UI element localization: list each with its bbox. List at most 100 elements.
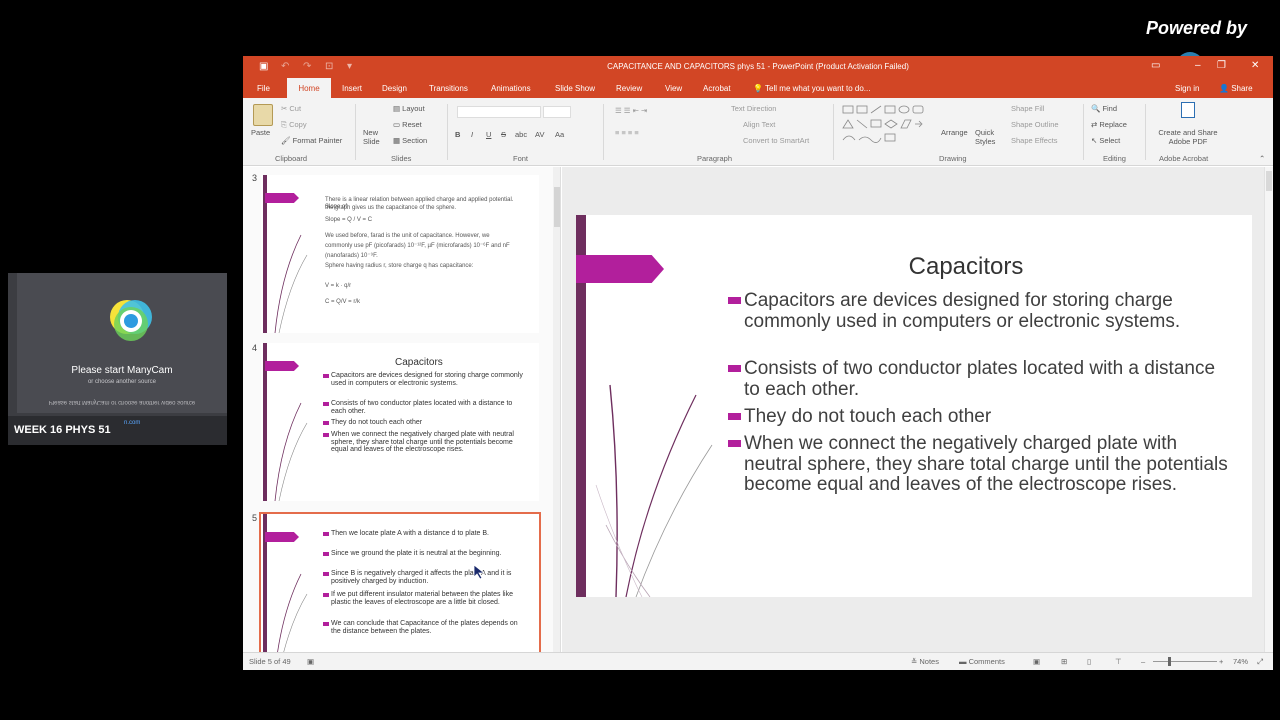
slideshow-icon[interactable]: ⊤: [1115, 657, 1122, 666]
drawing-group-label: Drawing: [939, 154, 967, 163]
tell-me-search[interactable]: 💡 Tell me what you want to do...: [753, 84, 870, 93]
normal-view-icon[interactable]: ▣: [1033, 657, 1040, 666]
paste-button[interactable]: Paste: [251, 128, 270, 137]
section-button[interactable]: ▦ Section: [393, 136, 427, 145]
slide-scrollbar[interactable]: [1264, 167, 1273, 652]
underline-button[interactable]: U: [486, 130, 491, 139]
slides-group-label: Slides: [391, 154, 412, 163]
thumbnail-bullet: [323, 421, 329, 425]
cut-button[interactable]: ✂ Cut: [281, 104, 301, 113]
format-painter-button[interactable]: 🖌 Format Painter: [281, 136, 342, 145]
arrange-button[interactable]: Arrange: [941, 128, 968, 137]
copy-label: Copy: [289, 120, 307, 129]
paste-icon[interactable]: [253, 104, 273, 126]
bullets-icon[interactable]: ☰ ☰ ⇤ ⇥: [615, 106, 647, 115]
share-button[interactable]: 👤 Share: [1219, 84, 1253, 93]
thumbnail-bullet: [323, 593, 329, 597]
minimize-icon[interactable]: –: [1195, 60, 1201, 71]
shape-outline-button[interactable]: Shape Outline: [1011, 120, 1059, 129]
manycam-logo-icon: [110, 300, 152, 341]
slide-sorter-icon[interactable]: ⊞: [1061, 657, 1067, 666]
title-bar: ▣ ↶ ↷ ⊡ ▾ CAPACITANCE AND CAPACITORS phy…: [243, 56, 1273, 78]
tab-slide-show[interactable]: Slide Show: [555, 84, 595, 93]
slide-bullet-text[interactable]: When we connect the negatively charged p…: [744, 433, 1234, 496]
bold-button[interactable]: B: [455, 130, 460, 139]
reading-view-icon[interactable]: ▯: [1087, 657, 1091, 666]
font-name-box[interactable]: [457, 106, 541, 118]
sign-in-link[interactable]: Sign in: [1175, 84, 1199, 93]
tab-acrobat[interactable]: Acrobat: [703, 84, 731, 93]
text-direction-button[interactable]: Text Direction: [731, 104, 776, 113]
select-button[interactable]: ↖ Select: [1091, 136, 1120, 145]
current-slide[interactable]: Capacitors Capacitors are devices design…: [576, 215, 1252, 597]
scrollbar-thumb[interactable]: [554, 187, 560, 227]
webcam-panel: Please start ManyCam or choose another s…: [8, 273, 227, 445]
slide-thumbnail-3[interactable]: There is a linear relation between appli…: [261, 175, 539, 333]
slide-bullet-text[interactable]: Capacitors are devices designed for stor…: [744, 290, 1234, 332]
close-icon[interactable]: ✕: [1251, 60, 1259, 71]
fit-to-window-icon[interactable]: ⤢: [1257, 657, 1263, 667]
tab-home[interactable]: Home: [287, 78, 331, 98]
create-share-pdf-button[interactable]: Create and Share Adobe PDF: [1153, 128, 1223, 146]
change-case-button[interactable]: Aa: [555, 130, 564, 139]
tab-transitions[interactable]: Transitions: [429, 84, 468, 93]
convert-smartart-button[interactable]: Convert to SmartArt: [743, 136, 809, 145]
thumbnail-number: 4: [252, 343, 258, 353]
zoom-slider-handle[interactable]: [1168, 657, 1171, 666]
spellcheck-icon[interactable]: ▣: [307, 657, 314, 666]
thumbnail-text: Capacitors are devices designed for stor…: [331, 372, 523, 387]
slide-thumbnail-4[interactable]: Capacitors Capacitors are devices design…: [261, 343, 539, 501]
slide-bullet-text[interactable]: Consists of two conductor plates located…: [744, 358, 1234, 400]
slide-thumbnail-5[interactable]: Then we locate plate A with a distance d…: [259, 512, 541, 652]
new-slide-button[interactable]: New Slide: [363, 128, 393, 146]
zoom-out-icon[interactable]: –: [1141, 657, 1145, 666]
zoom-slider[interactable]: [1153, 657, 1217, 666]
tab-design[interactable]: Design: [382, 84, 407, 93]
tell-me-text: Tell me what you want to do...: [765, 84, 871, 93]
pdf-icon[interactable]: [1181, 102, 1195, 118]
tab-insert[interactable]: Insert: [342, 84, 362, 93]
shape-effects-button[interactable]: Shape Effects: [1011, 136, 1058, 145]
quick-styles-button[interactable]: Quick Styles: [975, 128, 1003, 146]
find-button[interactable]: 🔍 Find: [1091, 104, 1117, 113]
maximize-icon[interactable]: ❐: [1217, 60, 1226, 71]
comments-button[interactable]: ▬ Comments: [959, 657, 1005, 666]
shape-fill-button[interactable]: Shape Fill: [1011, 104, 1044, 113]
slide-editing-canvas: Capacitors Capacitors are devices design…: [562, 167, 1264, 652]
zoom-in-icon[interactable]: +: [1219, 657, 1223, 666]
character-spacing-button[interactable]: AV: [535, 130, 544, 139]
reset-button[interactable]: ▭ Reset: [393, 120, 422, 129]
copy-button[interactable]: ⎘ Copy: [281, 120, 307, 130]
layout-icon: ▤: [393, 104, 403, 113]
slide-bullet-marker: [728, 440, 741, 447]
notes-button[interactable]: ≚ Notes: [911, 657, 939, 666]
tab-animations[interactable]: Animations: [491, 84, 531, 93]
font-size-box[interactable]: [543, 106, 571, 118]
tab-file[interactable]: File: [257, 84, 270, 93]
thumbnail-bullet: [323, 532, 329, 536]
strikethrough-button[interactable]: S: [501, 130, 506, 139]
thumbnail-text: commonly use pF (picofarads) 10⁻¹²F, µF …: [325, 243, 510, 249]
shapes-gallery[interactable]: [841, 104, 933, 146]
thumbnails-scrollbar[interactable]: [553, 167, 560, 652]
notes-label: Notes: [919, 657, 939, 666]
search-icon: 🔍: [1091, 104, 1103, 113]
italic-button[interactable]: I: [471, 130, 473, 139]
ribbon-display-options-icon[interactable]: ▭: [1151, 60, 1160, 71]
collapse-ribbon-icon[interactable]: ⌃: [1259, 154, 1265, 163]
scrollbar-thumb[interactable]: [1266, 171, 1272, 191]
alignment-icon[interactable]: ≡ ≡ ≡ ≡: [615, 128, 639, 137]
tab-view[interactable]: View: [665, 84, 682, 93]
shadow-button[interactable]: abc: [515, 130, 527, 139]
slide-title[interactable]: Capacitors: [876, 253, 1056, 281]
decorative-lines: [277, 573, 308, 652]
tab-review[interactable]: Review: [616, 84, 642, 93]
replace-button[interactable]: ⇄ Replace: [1091, 120, 1127, 129]
layout-button[interactable]: ▤ Layout: [393, 104, 425, 113]
slide-bullet-text[interactable]: They do not touch each other: [744, 406, 1234, 428]
thumbnail-text: the graph gives us the capacitance of th…: [325, 205, 457, 211]
webcam-link[interactable]: n.com: [124, 420, 140, 426]
thumbnail-bullet: [323, 402, 329, 406]
zoom-level[interactable]: 74%: [1233, 657, 1248, 666]
align-text-button[interactable]: Align Text: [743, 120, 775, 129]
